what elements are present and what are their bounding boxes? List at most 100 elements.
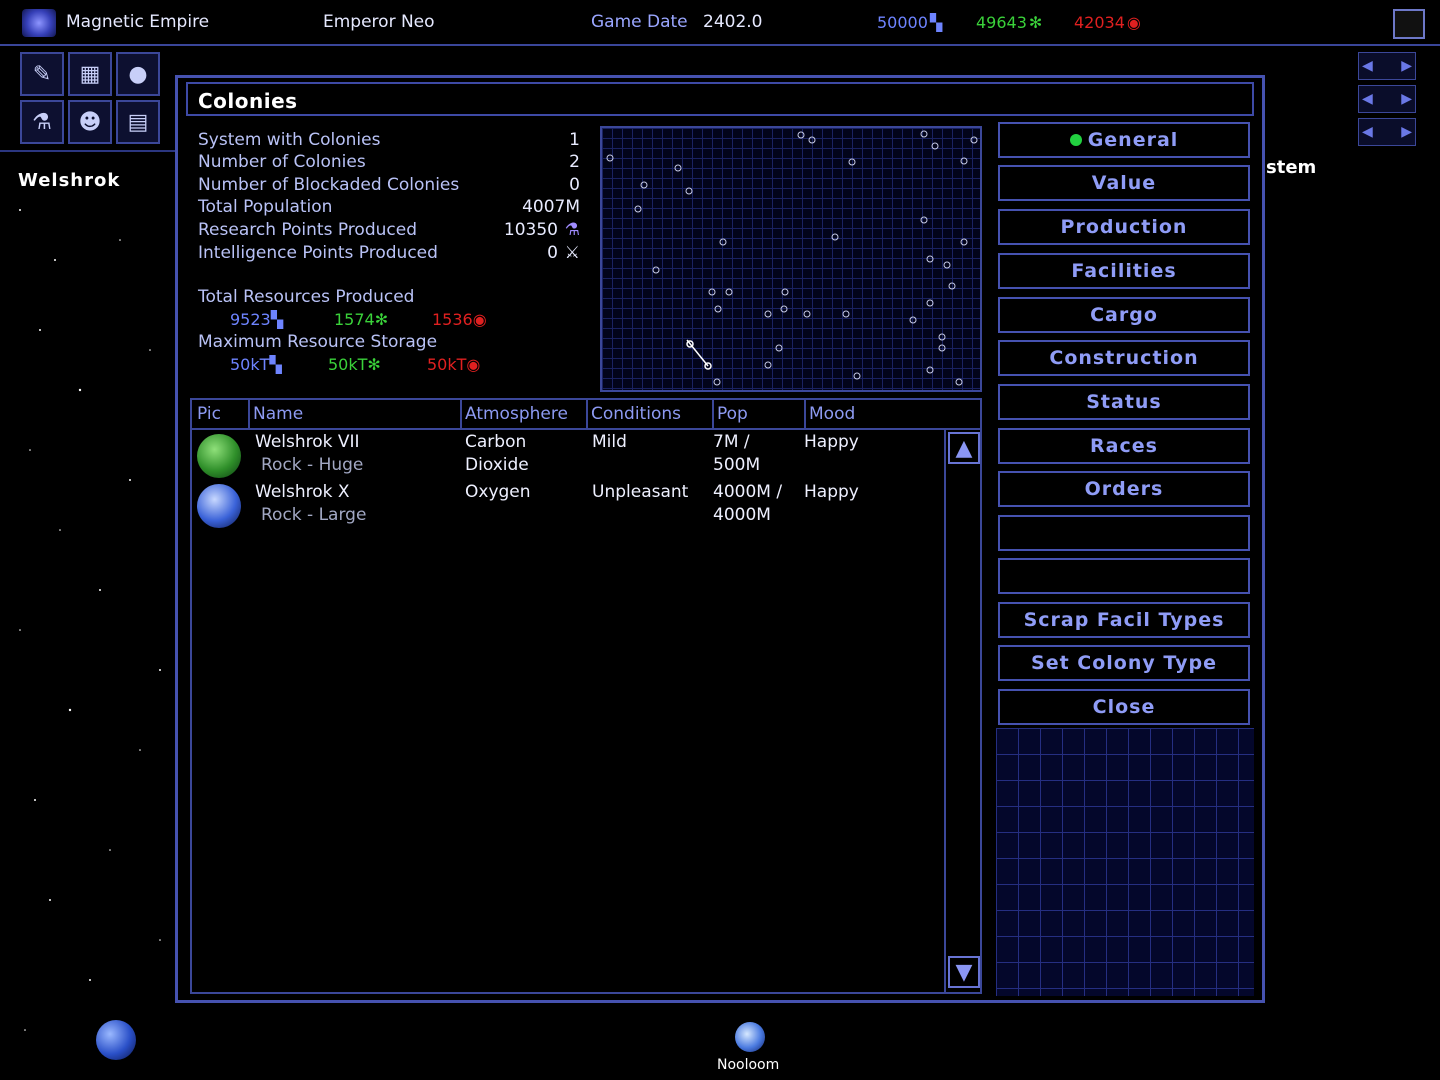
empires-icon[interactable]: ☻ (68, 100, 112, 144)
planet-marker[interactable] (735, 1022, 765, 1052)
mineral-icon: ▚ (270, 310, 284, 329)
log-icon[interactable]: ✎ (20, 52, 64, 96)
planet-type: Rock - Large (261, 505, 367, 525)
table-row[interactable]: Welshrok VII Rock - Huge Carbon Dioxide … (192, 430, 942, 478)
organics-icon: ✻ (367, 355, 381, 374)
starfield (19, 209, 161, 1031)
table-scrollbar[interactable]: ▲ ▼ (944, 430, 982, 992)
scrap-facil-types-button[interactable]: Scrap Facil Types (998, 602, 1250, 638)
produced-minerals: 9523▚ (230, 310, 284, 329)
pop-max-cell: 4000M (713, 505, 771, 525)
colony-system-marker (686, 339, 712, 370)
planet-thumbnail (197, 434, 241, 478)
down-arrow-icon: ▼ (955, 959, 973, 985)
left-arrow-icon: ◀ (1362, 58, 1373, 74)
tab-orders[interactable]: Orders (998, 471, 1250, 507)
colony-name: Welshrok VII (255, 432, 360, 452)
conditions-cell: Mild (592, 432, 627, 452)
column-divider (460, 400, 462, 428)
scroll-down-button[interactable]: ▼ (948, 956, 980, 988)
tab-value[interactable]: Value (998, 165, 1250, 201)
stat-colonies: Number of Colonies 2 (198, 152, 580, 172)
pop-cell: 7M / (713, 432, 750, 452)
tab-construction[interactable]: Construction (998, 340, 1250, 376)
column-header-name[interactable]: Name (253, 404, 303, 424)
planet-thumbnail (197, 484, 241, 528)
empire-name: Magnetic Empire (66, 12, 210, 32)
organics-icon: ✻ (1028, 13, 1043, 32)
top-status-bar: Magnetic Empire Emperor Neo Game Date 24… (0, 0, 1440, 46)
designs-icon[interactable]: ▤ (116, 100, 160, 144)
game-date-value: 2402.0 (703, 12, 763, 32)
atmosphere-cell: Carbon (465, 432, 527, 452)
stat-population: Total Population 4007M (198, 197, 580, 217)
column-header-conditions[interactable]: Conditions (591, 404, 681, 424)
next-fleet-button[interactable]: ▶ (1401, 91, 1412, 107)
colonies-dialog: Colonies System with Colonies 1 Number of… (175, 75, 1265, 1003)
empty-button-slot (998, 558, 1250, 594)
produced-organics: 1574✻ (334, 310, 389, 329)
dialog-title-bar: Colonies (186, 82, 1254, 116)
radioactives-icon: ◉ (466, 355, 481, 374)
column-divider (712, 400, 714, 428)
minerals-total: 50000 ▚ (877, 13, 943, 32)
column-header-pop[interactable]: Pop (717, 404, 748, 424)
galaxy-map-icon[interactable]: ▦ (68, 52, 112, 96)
tab-races[interactable]: Races (998, 428, 1250, 464)
empire-emblem-icon (22, 9, 56, 37)
radioactives-total: 42034 ◉ (1074, 13, 1141, 32)
table-header: Pic Name Atmosphere Conditions Pop Mood (192, 400, 980, 430)
mineral-icon: ▚ (269, 355, 282, 374)
tab-cargo[interactable]: Cargo (998, 297, 1250, 333)
storage-radioactives: 50kT◉ (427, 355, 481, 374)
prev-planet-button[interactable]: ◀ ▶ (1358, 118, 1416, 146)
empty-button-slot (998, 515, 1250, 551)
organics-icon: ✻ (374, 310, 389, 329)
storage-minerals: 50kT▚ (230, 355, 282, 374)
organics-total: 49643 ✻ (976, 13, 1043, 32)
colony-name: Welshrok X (255, 482, 350, 502)
radioactives-icon: ◉ (472, 310, 487, 329)
tab-general[interactable]: General (998, 122, 1250, 158)
column-divider (804, 400, 806, 428)
research-flask-icon: ⚗ (564, 220, 580, 240)
tab-status[interactable]: Status (998, 384, 1250, 420)
prev-ship-button[interactable]: ◀ ▶ (1358, 52, 1416, 80)
ruler-name: Emperor Neo (323, 12, 435, 32)
research-icon[interactable]: ⚗ (20, 100, 64, 144)
table-row[interactable]: Welshrok X Rock - Large Oxygen Unpleasan… (192, 480, 942, 528)
next-ship-button[interactable]: ▶ (1401, 58, 1412, 74)
column-divider (248, 400, 250, 428)
tab-facilities[interactable]: Facilities (998, 253, 1250, 289)
scroll-up-button[interactable]: ▲ (948, 432, 980, 464)
prev-fleet-button[interactable]: ◀ ▶ (1358, 85, 1416, 113)
star-map-systems (606, 130, 978, 386)
up-arrow-icon: ▲ (955, 435, 973, 461)
set-colony-type-button[interactable]: Set Colony Type (998, 645, 1250, 681)
storage-organics: 50kT✻ (328, 355, 381, 374)
stat-research: Research Points Produced 10350 ⚗ (198, 220, 580, 240)
column-header-mood[interactable]: Mood (809, 404, 855, 424)
close-button[interactable]: Close (998, 689, 1250, 725)
game-date-label: Game Date (591, 12, 688, 32)
atmosphere-cell-line2: Dioxide (465, 455, 529, 475)
window-close-button[interactable] (1393, 9, 1425, 39)
column-header-atmosphere[interactable]: Atmosphere (465, 404, 568, 424)
produced-radioactives: 1536◉ (432, 310, 487, 329)
column-header-pic[interactable]: Pic (197, 404, 221, 424)
mineral-icon: ▚ (929, 13, 943, 32)
pop-max-cell: 500M (713, 455, 761, 475)
planet-label: Nooloom (717, 1057, 780, 1073)
next-planet-button[interactable]: ▶ (1401, 124, 1412, 140)
mood-cell: Happy (804, 482, 859, 502)
colony-table: Pic Name Atmosphere Conditions Pop Mood … (190, 398, 982, 994)
mood-cell: Happy (804, 432, 859, 452)
resources-produced-label: Total Resources Produced (198, 287, 415, 307)
tab-production[interactable]: Production (998, 209, 1250, 245)
left-arrow-icon: ◀ (1362, 124, 1373, 140)
planets-icon[interactable]: ● (116, 52, 160, 96)
stat-systems: System with Colonies 1 (198, 130, 580, 150)
planet-type: Rock - Huge (261, 455, 364, 475)
colony-star-map[interactable] (600, 126, 982, 392)
planet-marker[interactable] (96, 1020, 136, 1060)
